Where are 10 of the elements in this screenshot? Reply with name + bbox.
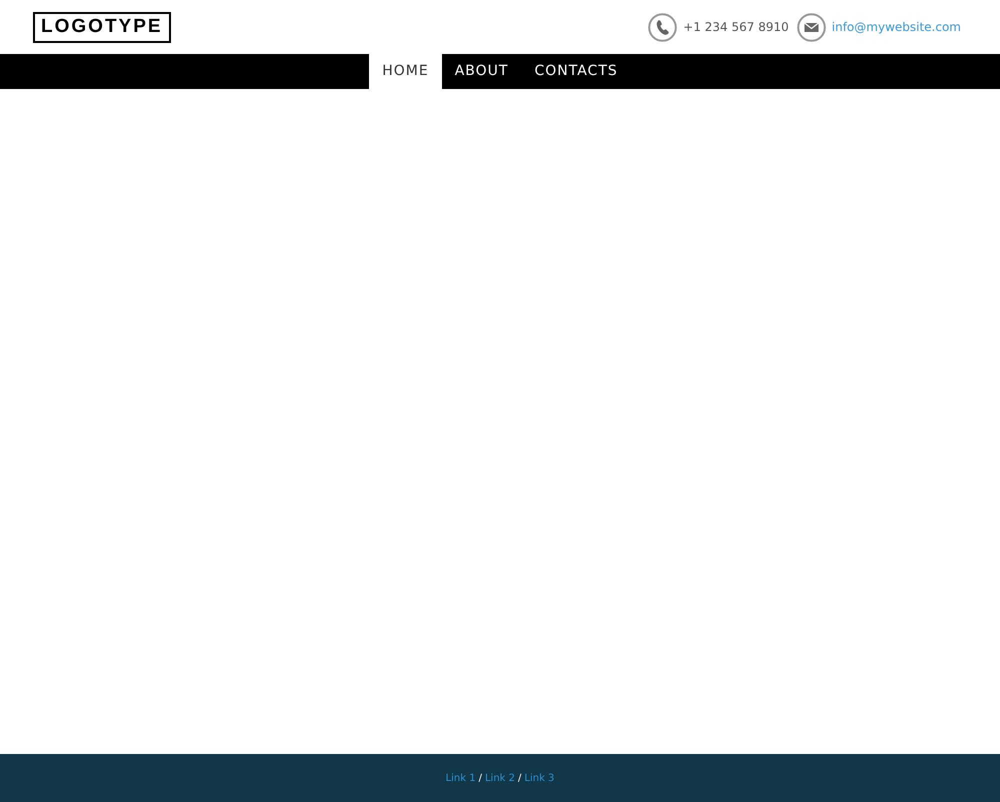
link-separator: / bbox=[478, 772, 482, 786]
footer-link[interactable]: Link 1 bbox=[446, 770, 476, 786]
nav-tab[interactable]: HOME bbox=[369, 54, 442, 89]
link-separator: / bbox=[518, 772, 522, 786]
phone-number: +1 234 567 8910 bbox=[683, 19, 789, 36]
phone-icon bbox=[648, 12, 678, 42]
footer-link[interactable]: Link 2 bbox=[484, 770, 516, 786]
mail-icon bbox=[796, 12, 826, 42]
logo[interactable]: LOGOTYPE bbox=[33, 12, 171, 42]
footer-link[interactable]: Link 3 bbox=[524, 770, 554, 786]
